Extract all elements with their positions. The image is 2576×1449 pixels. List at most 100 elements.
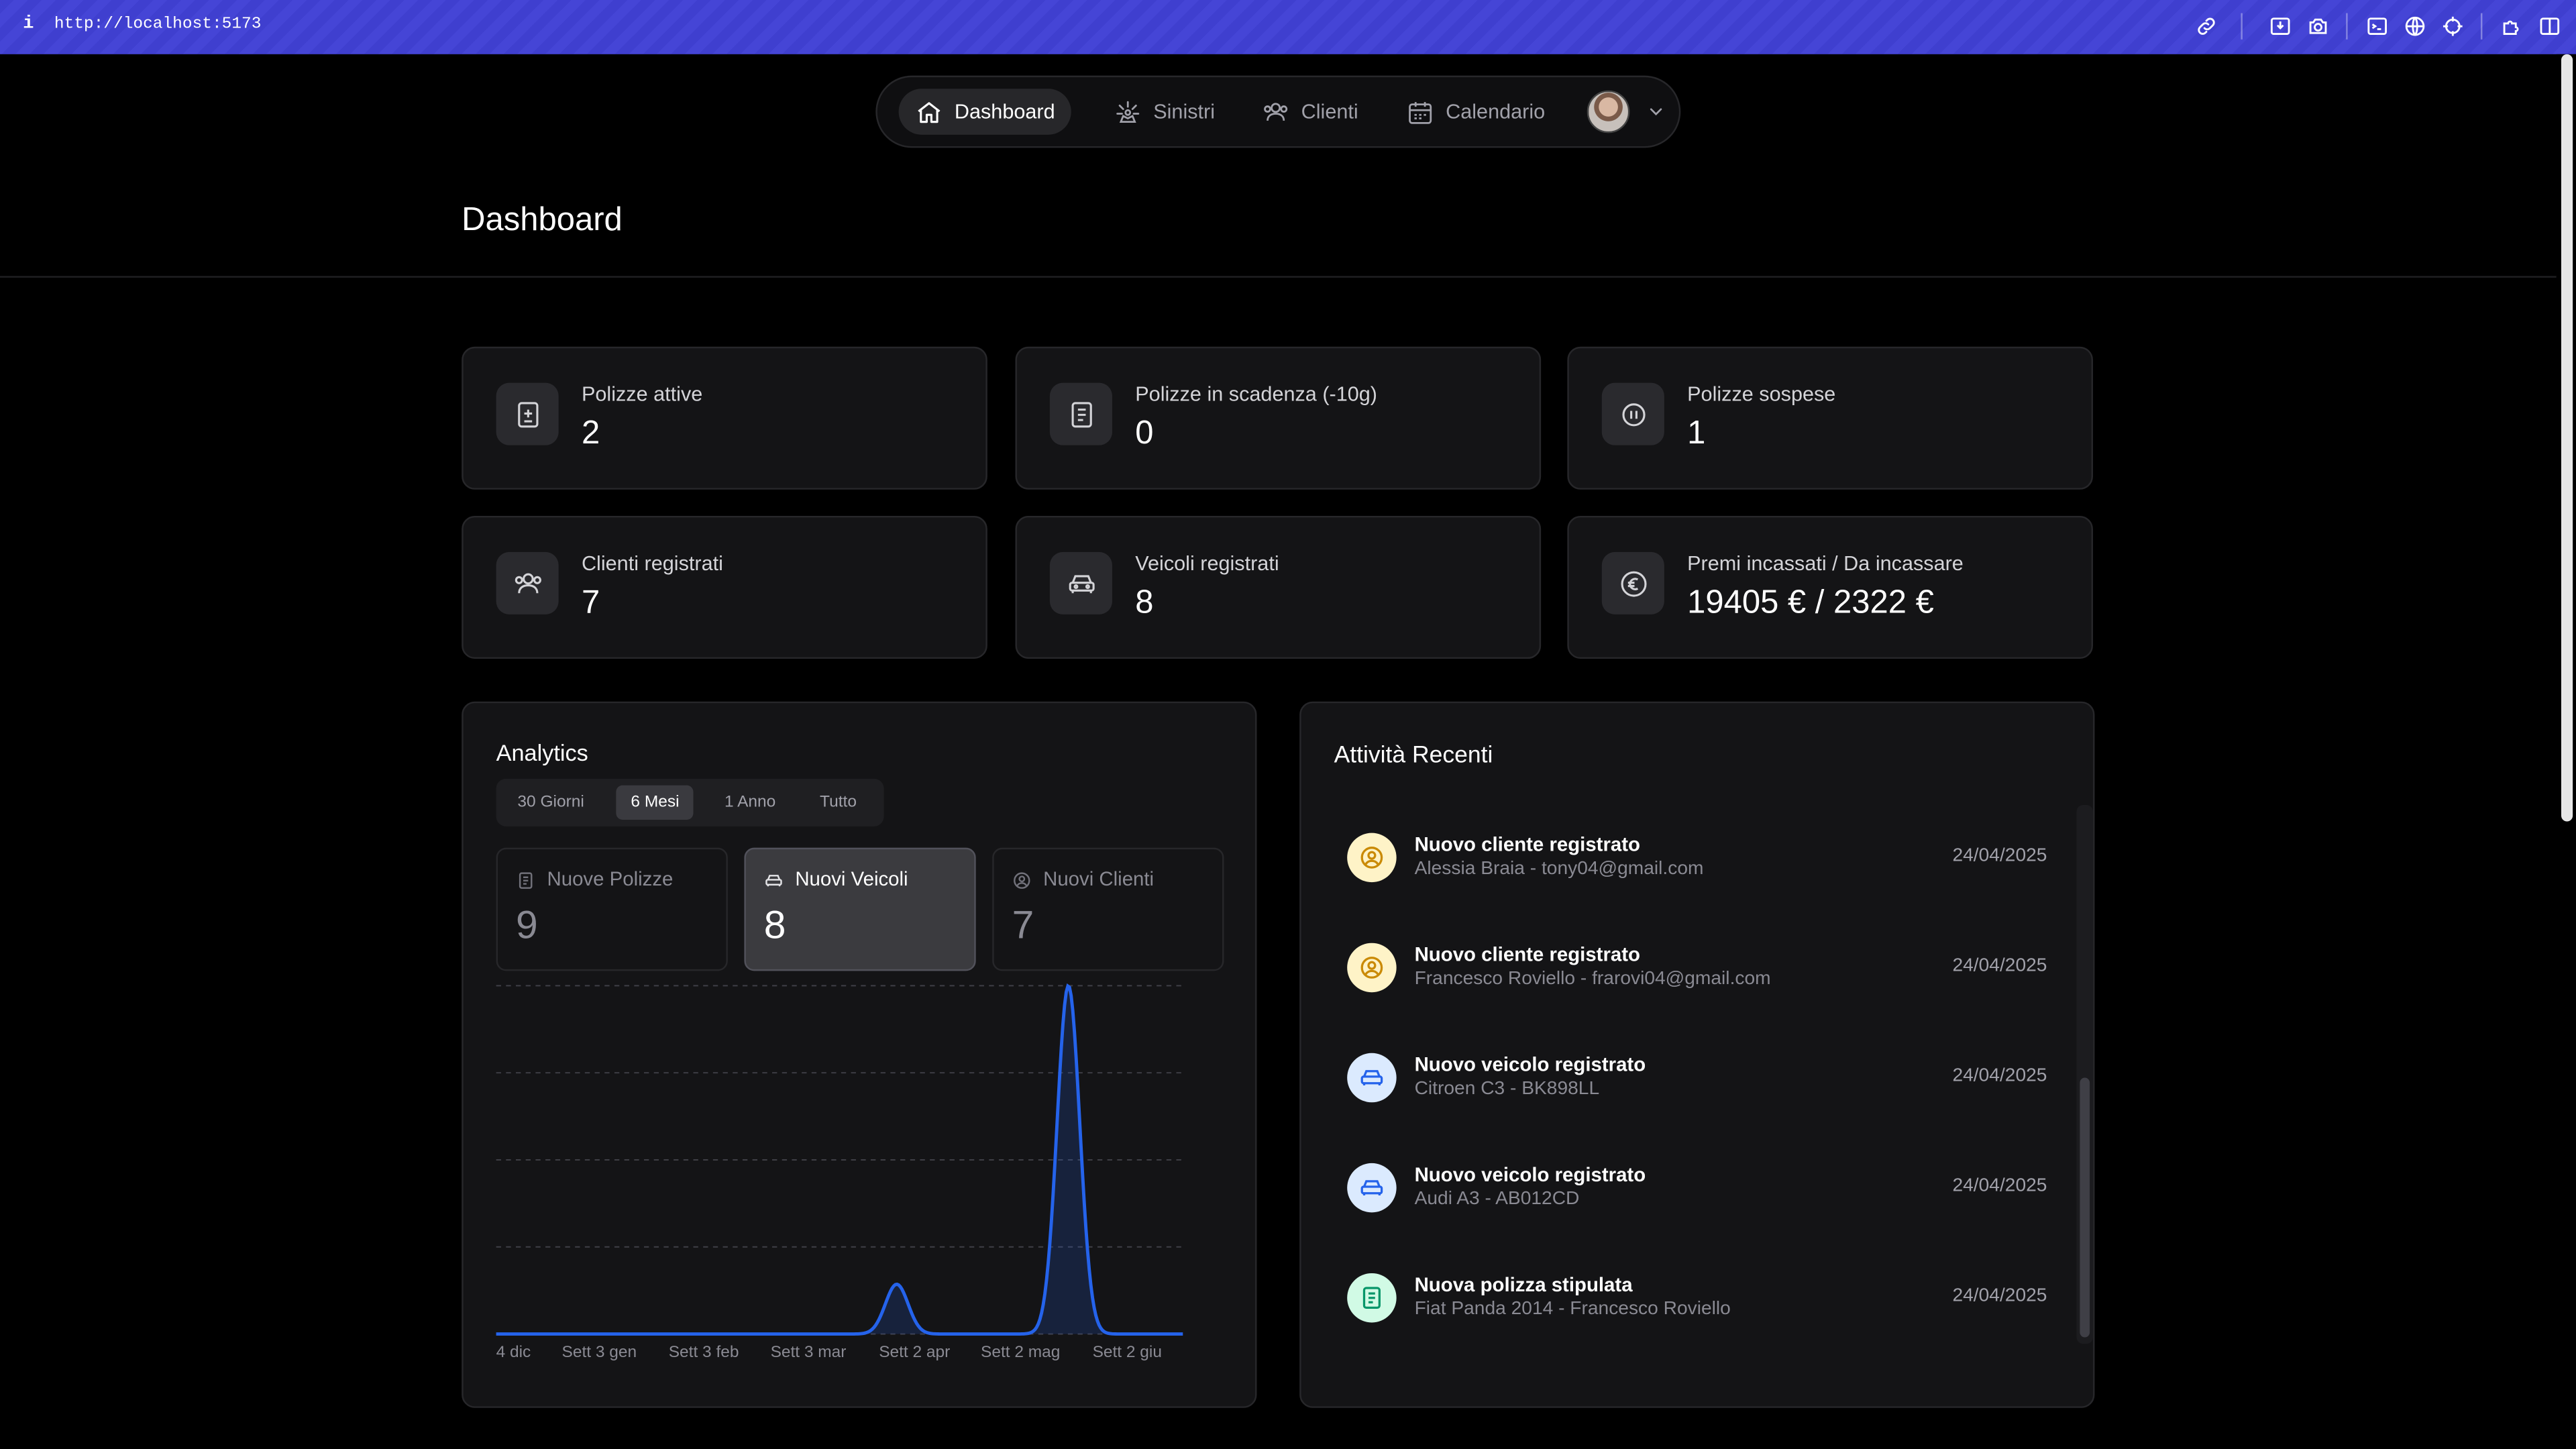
car-icon <box>1347 1163 1397 1213</box>
user-icon <box>1012 871 1032 890</box>
activity-title-text: Nuovo veicolo registrato <box>1414 1163 1646 1187</box>
range-option-30-giorni[interactable]: 30 Giorni <box>502 786 598 820</box>
activity-date: 24/04/2025 <box>1952 1066 2047 1086</box>
activity-subtitle: Alessia Braia - tony04@gmail.com <box>1414 859 1704 879</box>
nav-item-label: Clienti <box>1301 100 1358 123</box>
nav-item-label: Calendario <box>1446 100 1546 123</box>
main-navigation: Dashboard Sinistri Clienti Calendario <box>875 75 1681 148</box>
stat-label: Clienti registrati <box>581 551 723 576</box>
header-divider <box>0 276 2557 278</box>
activity-scrollbar[interactable] <box>2076 805 2094 1344</box>
car-icon <box>764 871 784 890</box>
activity-item[interactable]: Nuovo cliente registrato Alessia Braia -… <box>1347 816 2047 898</box>
activity-date: 24/04/2025 <box>1952 956 2047 976</box>
toolbar-divider <box>2346 13 2348 40</box>
home-icon <box>915 98 943 126</box>
x-tick-label: Sett 3 gen <box>562 1343 637 1361</box>
activity-item[interactable]: Nuova polizza stipulata Fiat Panda 2014 … <box>1347 1256 2047 1338</box>
activity-date: 24/04/2025 <box>1952 846 2047 866</box>
activity-title-text: Nuovo cliente registrato <box>1414 833 1641 856</box>
stat-card-premi: Premi incassati / Da incassare 19405 € /… <box>1567 515 2094 659</box>
stat-label: Polizze in scadenza (-10g) <box>1135 382 1377 406</box>
range-option-6-mesi[interactable]: 6 Mesi <box>616 785 694 820</box>
stat-card-clienti: Clienti registrati 7 <box>462 515 987 659</box>
metric-value: 8 <box>763 903 786 949</box>
analytics-panel: Analytics 30 Giorni 6 Mesi 1 Anno Tutto … <box>462 701 1257 1408</box>
globe-icon[interactable] <box>2404 15 2426 38</box>
metric-label: Nuovi Veicoli <box>795 867 908 891</box>
range-option-1-anno[interactable]: 1 Anno <box>710 786 790 820</box>
nav-item-dashboard[interactable]: Dashboard <box>898 89 1072 135</box>
nav-item-sinistri[interactable]: Sinistri <box>1097 89 1232 135</box>
screen: i http://localhost:5173 Dashboard Sinist… <box>0 0 2576 1449</box>
x-tick-label: Sett 2 giu <box>1093 1343 1162 1361</box>
stat-card-polizze-attive: Polizze attive 2 <box>462 346 987 490</box>
user-icon <box>1347 833 1397 883</box>
metric-nuove-polizze[interactable]: Nuove Polizze 9 <box>496 847 728 971</box>
info-icon[interactable]: i <box>23 15 34 34</box>
browser-toolbar: i http://localhost:5173 <box>0 0 2576 54</box>
link-icon[interactable] <box>2195 15 2218 38</box>
activity-subtitle: Audi A3 - AB012CD <box>1414 1189 1580 1210</box>
nav-item-clienti[interactable]: Clienti <box>1245 89 1375 135</box>
stat-label: Polizze sospese <box>1687 382 1836 406</box>
activity-subtitle: Fiat Panda 2014 - Francesco Roviello <box>1414 1299 1731 1320</box>
user-avatar[interactable] <box>1587 90 1630 133</box>
activity-scrollbar-thumb[interactable] <box>2080 1077 2090 1338</box>
document-icon <box>1347 1273 1397 1323</box>
activity-item[interactable]: Nuovo veicolo registrato Citroen C3 - BK… <box>1347 1036 2047 1118</box>
sidebar-icon[interactable] <box>2538 15 2561 38</box>
page-scrollbar[interactable] <box>2556 54 2576 1449</box>
metric-nuovi-clienti[interactable]: Nuovi Clienti 7 <box>992 847 1224 971</box>
nav-item-calendario[interactable]: Calendario <box>1390 89 1562 135</box>
pause-circle-icon <box>1601 382 1664 445</box>
activity-subtitle: Citroen C3 - BK898LL <box>1414 1079 1600 1099</box>
activity-item[interactable]: Nuovo veicolo registrato Audi A3 - AB012… <box>1347 1146 2047 1228</box>
crosshair-icon[interactable] <box>2441 15 2464 38</box>
nav-item-label: Dashboard <box>954 100 1055 123</box>
activity-title-text: Nuovo veicolo registrato <box>1414 1053 1646 1077</box>
activity-title-text: Nuovo cliente registrato <box>1414 943 1641 967</box>
toolbar-divider <box>2480 13 2483 40</box>
euro-icon <box>1601 551 1664 614</box>
user-icon <box>1347 943 1397 993</box>
document-icon <box>1049 382 1112 445</box>
calendar-icon <box>1406 98 1434 126</box>
camera-icon[interactable] <box>2306 15 2329 38</box>
incident-icon <box>1114 98 1142 126</box>
metric-nuovi-veicoli[interactable]: Nuovi Veicoli 8 <box>744 847 976 971</box>
stat-label: Premi incassati / Da incassare <box>1687 551 1964 576</box>
activity-item[interactable]: Nuovo cliente registrato Francesco Rovie… <box>1347 926 2047 1008</box>
x-tick-label: 4 dic <box>496 1343 531 1361</box>
page-scrollbar-thumb[interactable] <box>2561 54 2573 822</box>
range-selector: 30 Giorni 6 Mesi 1 Anno Tutto <box>496 778 884 826</box>
toolbar-divider <box>2241 13 2243 40</box>
stat-value: 1 <box>1687 415 1706 452</box>
policy-add-icon <box>496 382 559 445</box>
activity-date: 24/04/2025 <box>1952 1176 2047 1196</box>
users-icon <box>496 551 559 614</box>
metric-label: Nuovi Clienti <box>1043 867 1155 891</box>
stat-value: 19405 € / 2322 € <box>1687 584 1934 621</box>
save-icon[interactable] <box>2269 15 2292 38</box>
x-tick-label: Sett 2 apr <box>879 1343 950 1361</box>
stat-value: 8 <box>1135 584 1154 621</box>
chevron-down-icon[interactable] <box>1646 102 1666 121</box>
activity-panel: Attività Recenti Nuovo cliente registrat… <box>1299 701 2095 1408</box>
x-tick-label: Sett 3 feb <box>669 1343 739 1361</box>
metric-label: Nuove Polizze <box>547 867 674 891</box>
extension-icon[interactable] <box>2500 15 2523 38</box>
terminal-icon[interactable] <box>2366 15 2389 38</box>
stat-label: Polizze attive <box>581 382 703 406</box>
stat-card-veicoli: Veicoli registrati 8 <box>1015 515 1542 659</box>
metric-value: 9 <box>515 903 538 949</box>
document-icon <box>516 871 535 890</box>
activity-subtitle: Francesco Roviello - frarovi04@gmail.com <box>1414 969 1771 989</box>
page-title: Dashboard <box>462 202 623 239</box>
activity-date: 24/04/2025 <box>1952 1286 2047 1306</box>
range-option-tutto[interactable]: Tutto <box>805 786 871 820</box>
x-tick-label: Sett 2 mag <box>981 1343 1060 1361</box>
users-icon <box>1262 98 1290 126</box>
stat-value: 2 <box>581 415 600 452</box>
address-bar[interactable]: http://localhost:5173 <box>54 16 262 34</box>
